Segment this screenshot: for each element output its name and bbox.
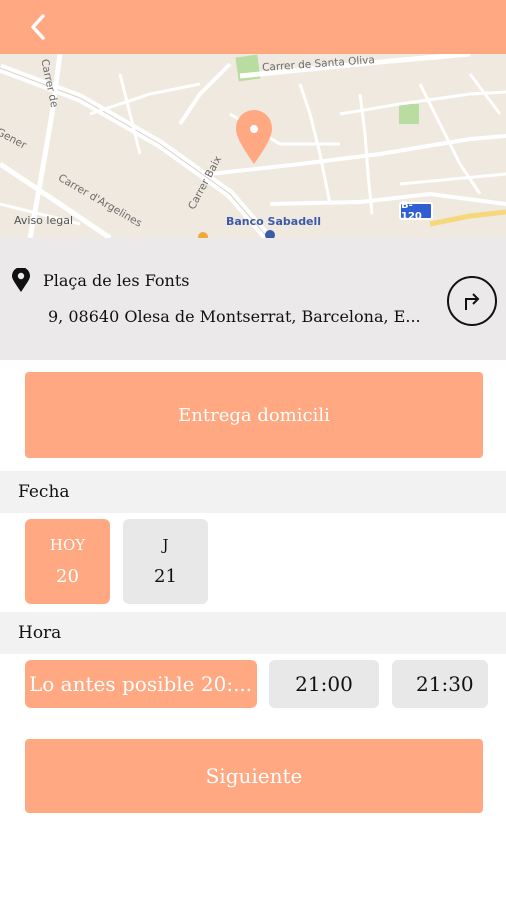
map-legal-link[interactable]: Aviso legal [14,214,73,227]
map-view[interactable]: Carrer de Santa Oliva Carrer d'Argelines… [0,54,506,238]
address-name: Plaça de les Fonts [43,271,190,290]
back-button[interactable] [22,10,56,44]
day-number: 20 [56,566,79,587]
next-button[interactable]: Siguiente [25,739,483,813]
chevron-left-icon [31,14,45,40]
address-panel: Plaça de les Fonts 9, 08640 Olesa de Mon… [0,238,506,360]
time-slot-2100[interactable]: 21:00 [269,660,379,708]
fecha-section-title: Fecha [0,471,506,513]
hora-section-title: Hora [0,612,506,654]
time-slot-asap[interactable]: Lo antes posible 20:... [25,660,257,708]
delivery-mode-button[interactable]: Entrega domicili [25,372,483,458]
time-slot-2130[interactable]: 21:30 [392,660,488,708]
directions-arrow-icon [465,293,480,310]
day-option-today[interactable]: HOY 20 [25,519,110,604]
location-pin-icon [12,268,30,292]
day-number: 21 [154,566,177,587]
road-shield: B-120 [399,200,433,222]
day-option-thursday[interactable]: J 21 [123,519,208,604]
day-label: HOY [49,536,86,554]
top-bar [0,0,506,54]
address-line: 9, 08640 Olesa de Montserrat, Barcelona,… [48,307,421,326]
day-label: J [162,536,169,554]
directions-button[interactable] [447,276,497,326]
map-poi-label: Banco Sabadell [226,215,322,228]
